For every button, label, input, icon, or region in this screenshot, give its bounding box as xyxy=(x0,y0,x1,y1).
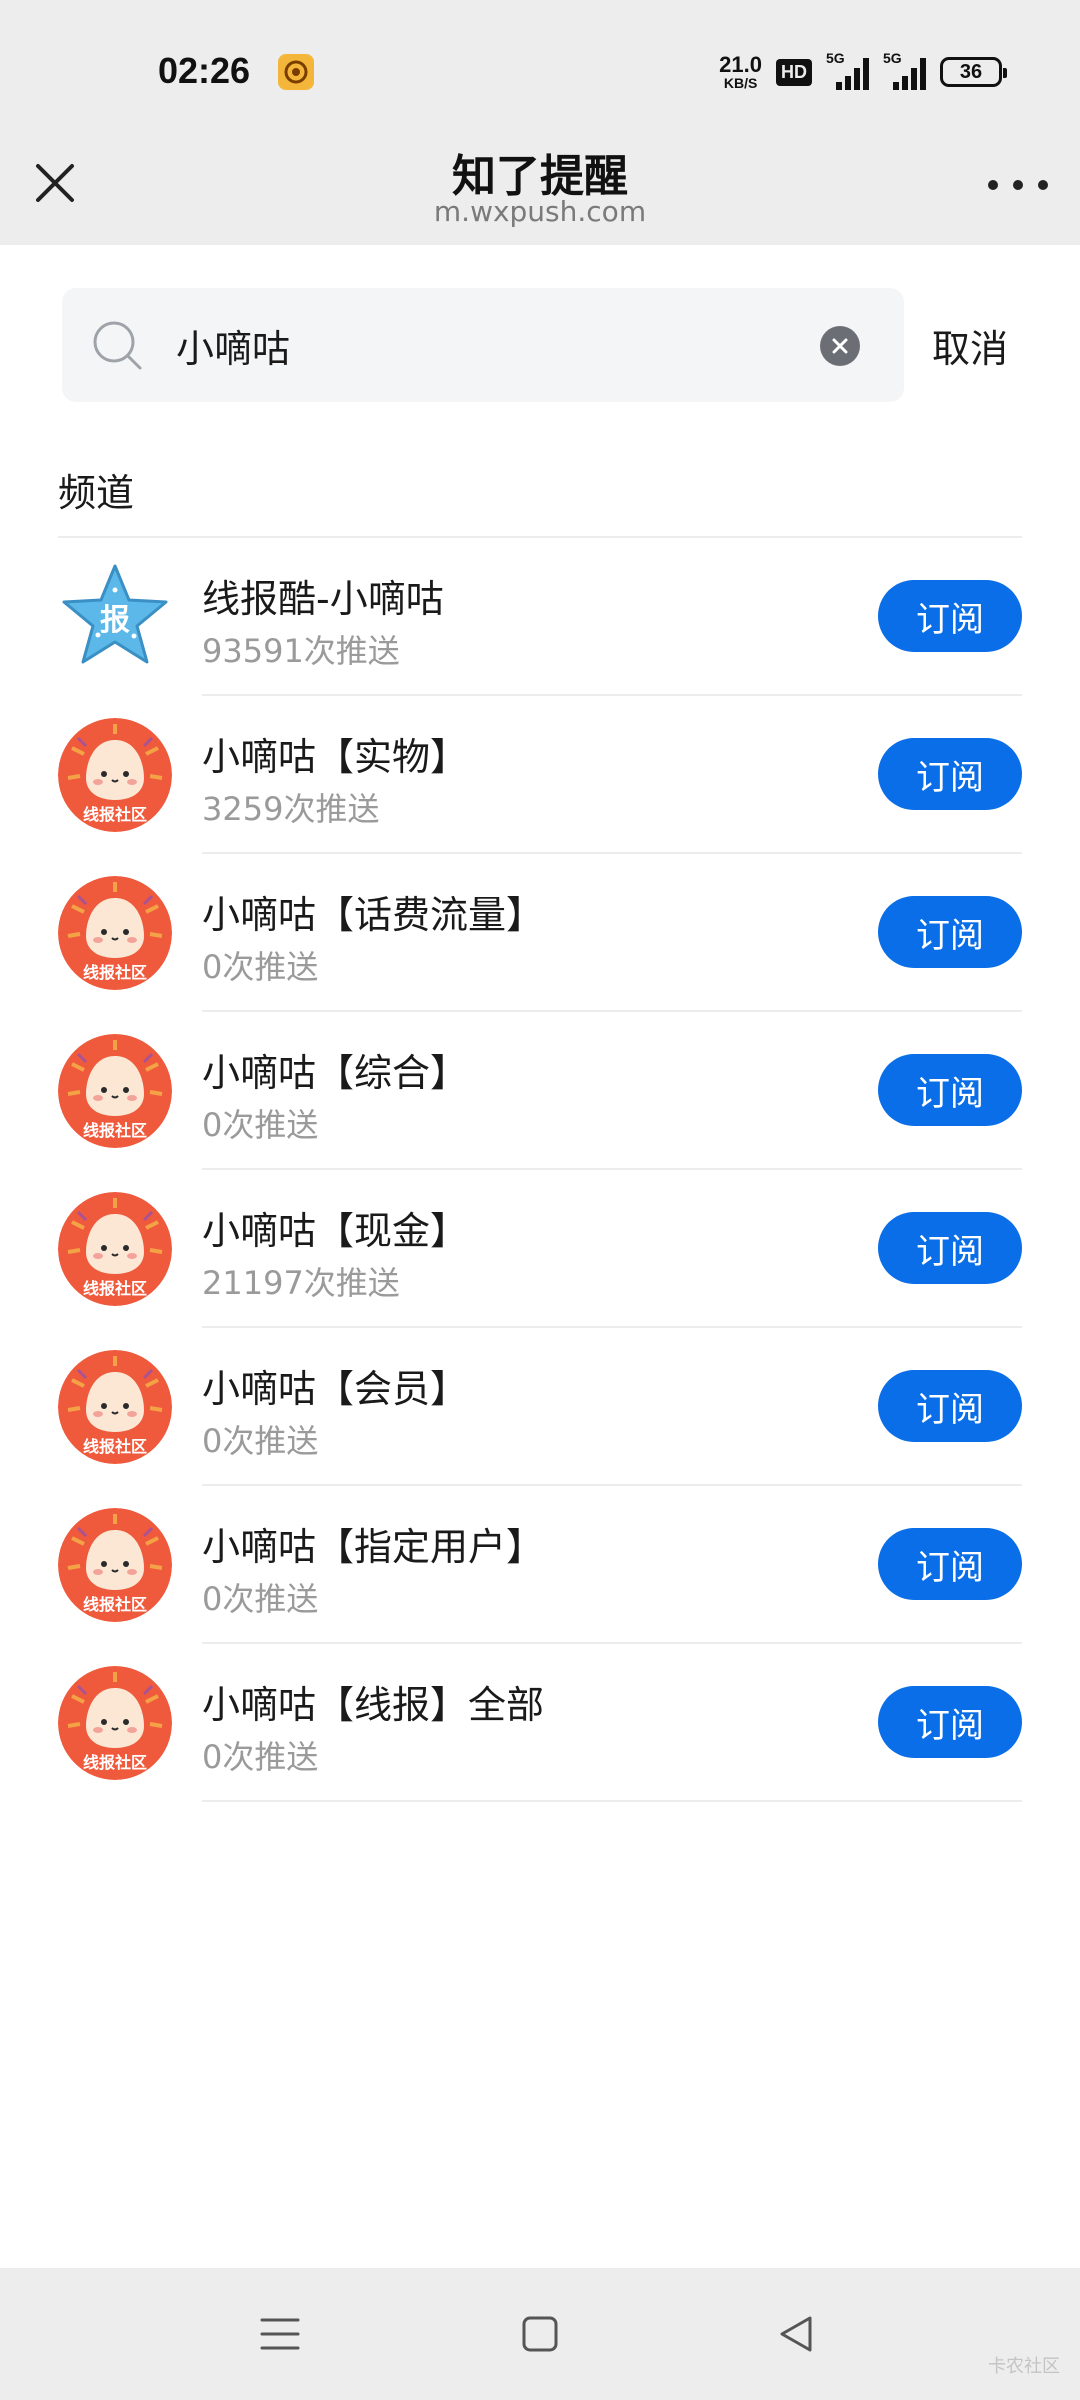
more-dot-icon xyxy=(988,180,998,190)
svg-text:线报社区: 线报社区 xyxy=(83,1753,147,1772)
subscribe-button[interactable]: 订阅 xyxy=(878,1686,1022,1758)
svg-text:报: 报 xyxy=(100,603,130,638)
channel-name: 小嘀咕【实物】 xyxy=(202,735,469,779)
channel-push-count: 0次推送 xyxy=(202,1738,319,1776)
status-time: 02:26 xyxy=(158,50,251,91)
svg-text:线报社区: 线报社区 xyxy=(83,1595,147,1614)
channel-item[interactable]: 线报社区 小嘀咕【线报】全部 0次推送 订阅 xyxy=(0,1644,1080,1802)
signal-icon: 5G xyxy=(826,50,869,90)
clear-icon xyxy=(832,338,848,354)
search-bar xyxy=(62,288,904,402)
channel-item[interactable]: 线报社区 小嘀咕【综合】 0次推送 订阅 xyxy=(0,1012,1080,1170)
back-triangle-icon xyxy=(780,2316,812,2352)
battery-icon: 36 xyxy=(940,57,1007,87)
section-title: 频道 xyxy=(58,471,135,515)
channel-push-count: 0次推送 xyxy=(202,1422,319,1460)
more-dot-icon xyxy=(1038,180,1048,190)
svg-text:线报社区: 线报社区 xyxy=(83,1279,147,1298)
subscribe-button[interactable]: 订阅 xyxy=(878,1528,1022,1600)
svg-text:线报社区: 线报社区 xyxy=(83,963,147,982)
channel-avatar-mascot: 线报社区 xyxy=(58,1034,172,1148)
status-indicators: 21.0 KB/S HD 5G 5G 36 xyxy=(719,50,1007,94)
channel-push-count: 0次推送 xyxy=(202,948,319,986)
home-square-icon xyxy=(522,2316,558,2352)
cancel-button[interactable]: 取消 xyxy=(932,318,1008,373)
subscribe-button[interactable]: 订阅 xyxy=(878,1370,1022,1442)
channel-name: 小嘀咕【综合】 xyxy=(202,1051,469,1095)
channel-name: 线报酷-小嘀咕 xyxy=(202,577,444,621)
network-speed: 21.0 KB/S xyxy=(719,52,762,91)
home-button[interactable] xyxy=(510,2304,570,2364)
channel-avatar-star: 报 xyxy=(58,560,172,674)
page-url: m.wxpush.com xyxy=(433,195,647,228)
channel-item[interactable]: 线报社区 小嘀咕【话费流量】 0次推送 订阅 xyxy=(0,854,1080,1012)
channel-item[interactable]: 线报社区 小嘀咕【现金】 21197次推送 订阅 xyxy=(0,1170,1080,1328)
menu-icon xyxy=(260,2318,300,2350)
subscribe-button[interactable]: 订阅 xyxy=(878,1054,1022,1126)
subscribe-button[interactable]: 订阅 xyxy=(878,1212,1022,1284)
channel-item[interactable]: 报 线报酷-小嘀咕 93591次推送 订阅 xyxy=(0,538,1080,696)
channel-avatar-mascot: 线报社区 xyxy=(58,876,172,990)
channel-name: 小嘀咕【指定用户】 xyxy=(202,1525,545,1569)
channel-avatar-mascot: 线报社区 xyxy=(58,1192,172,1306)
status-bar: 02:26 21.0 KB/S HD 5G 5G 36 xyxy=(0,0,1080,140)
channel-item[interactable]: 线报社区 小嘀咕【实物】 3259次推送 订阅 xyxy=(0,696,1080,854)
search-input[interactable] xyxy=(176,310,836,380)
channel-avatar-mascot: 线报社区 xyxy=(58,1666,172,1780)
subscribe-button[interactable]: 订阅 xyxy=(878,738,1022,810)
clear-search-button[interactable] xyxy=(820,326,860,366)
channel-push-count: 3259次推送 xyxy=(202,790,380,828)
recent-apps-button[interactable] xyxy=(250,2304,310,2364)
channel-item[interactable]: 线报社区 小嘀咕【指定用户】 0次推送 订阅 xyxy=(0,1486,1080,1644)
app-notification-icon xyxy=(278,54,314,90)
channel-name: 小嘀咕【话费流量】 xyxy=(202,893,545,937)
page-header: 知了提醒 m.wxpush.com xyxy=(0,140,1080,245)
subscribe-button[interactable]: 订阅 xyxy=(878,580,1022,652)
back-button[interactable] xyxy=(766,2304,826,2364)
subscribe-button[interactable]: 订阅 xyxy=(878,896,1022,968)
more-options-button[interactable] xyxy=(988,170,1048,200)
more-dot-icon xyxy=(1013,180,1023,190)
channel-push-count: 21197次推送 xyxy=(202,1264,400,1302)
svg-text:线报社区: 线报社区 xyxy=(83,1437,147,1456)
svg-text:线报社区: 线报社区 xyxy=(83,1121,147,1140)
signal-icon-2: 5G xyxy=(883,50,926,90)
channel-push-count: 93591次推送 xyxy=(202,632,400,670)
hd-voice-icon: HD xyxy=(776,58,812,86)
search-icon xyxy=(93,321,142,370)
channel-item[interactable]: 线报社区 小嘀咕【会员】 0次推送 订阅 xyxy=(0,1328,1080,1486)
watermark: 卡农社区 xyxy=(988,2356,1060,2377)
svg-text:线报社区: 线报社区 xyxy=(83,805,147,824)
channel-push-count: 0次推送 xyxy=(202,1580,319,1618)
channel-push-count: 0次推送 xyxy=(202,1106,319,1144)
channel-avatar-mascot: 线报社区 xyxy=(58,1508,172,1622)
channel-name: 小嘀咕【现金】 xyxy=(202,1209,469,1253)
system-nav-bar xyxy=(0,2268,1080,2400)
channel-name: 小嘀咕【线报】全部 xyxy=(202,1683,545,1727)
channel-avatar-mascot: 线报社区 xyxy=(58,718,172,832)
channel-name: 小嘀咕【会员】 xyxy=(202,1367,469,1411)
channel-list: 报 线报酷-小嘀咕 93591次推送 订阅 线报社区 小嘀咕【实物】 3259次… xyxy=(0,538,1080,1802)
channel-avatar-mascot: 线报社区 xyxy=(58,1350,172,1464)
